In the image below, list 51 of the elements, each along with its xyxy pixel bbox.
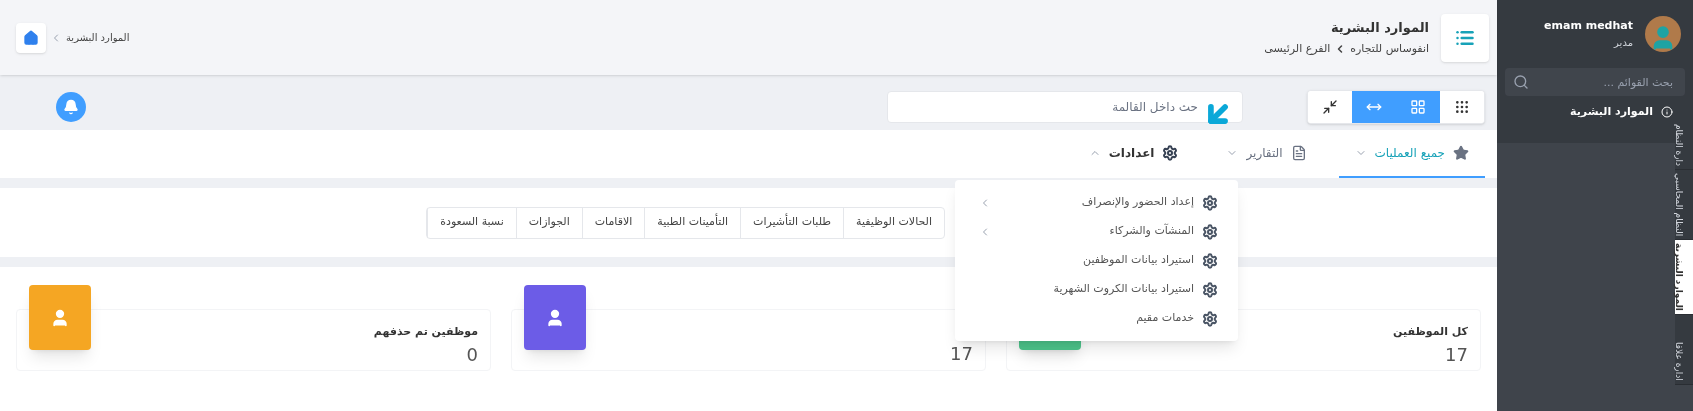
gear-icon bbox=[1202, 252, 1218, 269]
gear-icon bbox=[1162, 145, 1179, 161]
view-button[interactable] bbox=[1440, 90, 1484, 123]
stat-value: 0 bbox=[466, 342, 478, 367]
breadcrumb-link[interactable]: الموارد البشرية bbox=[66, 30, 130, 45]
vertical-tab[interactable]: الموارد البشرية bbox=[1675, 240, 1693, 316]
dropdown-item[interactable]: استيراد بيانات الكروت الشهرية bbox=[955, 275, 1238, 304]
dots-icon bbox=[1454, 98, 1470, 115]
nav-tab[interactable]: التقارير bbox=[1210, 130, 1323, 178]
dropdown-item[interactable]: خدمات مقيم bbox=[955, 304, 1238, 333]
vertical-tab[interactable]: النظام المحاسبي bbox=[1675, 170, 1693, 241]
avatar bbox=[1645, 16, 1681, 52]
search-icon bbox=[1513, 74, 1529, 90]
dropdown-item[interactable]: المنشآت والشركاء bbox=[955, 217, 1238, 246]
dropdown-item[interactable]: استيراد بيانات الموظفين bbox=[955, 246, 1238, 275]
list-search-field[interactable]: حث داخل القالمة bbox=[887, 90, 1243, 123]
user-name: emam medhat bbox=[1544, 18, 1633, 35]
section-tab[interactable]: الحالات الوظيفية bbox=[843, 207, 944, 238]
bell-icon bbox=[63, 98, 79, 115]
page-title: الموارد البشرية bbox=[1330, 18, 1429, 37]
user-icon bbox=[50, 307, 70, 328]
notification-button[interactable] bbox=[56, 91, 86, 122]
section-tab[interactable]: الجوازات bbox=[515, 207, 582, 238]
user-icon bbox=[545, 307, 565, 328]
star-icon bbox=[1453, 145, 1469, 161]
vertical-tab[interactable]: ادارة علاقا bbox=[1675, 315, 1693, 386]
section-tab[interactable]: الاقامات bbox=[581, 207, 645, 238]
document-icon bbox=[1290, 145, 1307, 161]
gear-icon bbox=[1202, 194, 1218, 211]
info-icon bbox=[1661, 106, 1673, 119]
section-tab[interactable]: التأمينات الطبية bbox=[644, 207, 741, 238]
home-button[interactable] bbox=[16, 22, 46, 53]
gear-icon bbox=[1202, 223, 1218, 240]
stat-label: كل الموظفين bbox=[1393, 324, 1468, 340]
menu-button[interactable] bbox=[1441, 13, 1489, 62]
menu-search-field[interactable]: بحث القوائم ... bbox=[1505, 68, 1685, 96]
stat-value: 17 bbox=[1445, 342, 1468, 367]
stat-value: 17 bbox=[950, 342, 973, 366]
gear-icon bbox=[1202, 281, 1218, 298]
nav-tab[interactable]: اعدادات bbox=[1072, 130, 1195, 178]
gear-icon bbox=[1202, 310, 1218, 327]
section-tab[interactable]: طلبات التأشيرات bbox=[740, 207, 844, 238]
home-icon bbox=[23, 29, 39, 46]
grid-icon bbox=[1410, 98, 1426, 115]
stat-label: موظفين تم حذفهم bbox=[373, 324, 478, 340]
breadcrumb-item[interactable]: الفرع الرئيسى bbox=[1264, 41, 1331, 58]
breadcrumb-item[interactable]: انفوساس للتجاره bbox=[1350, 41, 1429, 58]
collapse-icon bbox=[1322, 98, 1338, 115]
section-tab[interactable]: نسبة السعودة bbox=[427, 207, 516, 238]
dropdown-item[interactable]: إعداد الحضور والإنصراف bbox=[955, 188, 1238, 217]
user-role: مدير bbox=[1614, 35, 1633, 50]
